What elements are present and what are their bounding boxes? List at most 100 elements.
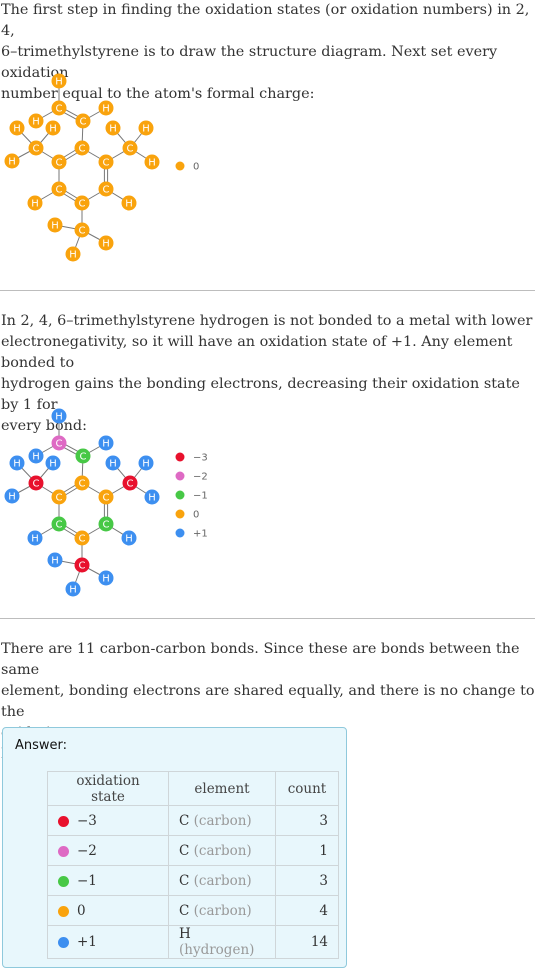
element-cell: C (carbon) <box>168 895 276 926</box>
element-name: (carbon) <box>193 872 252 889</box>
legend-dot-icon <box>175 509 185 519</box>
color-dot-icon <box>58 875 69 887</box>
atom-symbol: C <box>33 479 40 490</box>
carbon-atom: C <box>98 489 114 505</box>
header-count: count <box>275 771 339 806</box>
carbon-atom: C <box>74 222 90 238</box>
element-symbol: C <box>179 842 190 859</box>
text-line: There are 11 carbon-carbon bonds. Since … <box>1 641 520 678</box>
atom-symbol: H <box>102 239 110 250</box>
count-cell: 3 <box>275 865 339 896</box>
text-line: In 2, 4, 6–trimethylstyrene hydrogen is … <box>1 313 533 329</box>
atom-symbol: H <box>31 199 39 210</box>
carbon-atom: C <box>75 448 91 464</box>
hydrogen-atom: H <box>121 530 137 546</box>
legend-label: +1 <box>193 529 208 540</box>
hydrogen-atom: H <box>4 488 20 504</box>
carbon-atom: C <box>98 181 114 197</box>
header-element: element <box>168 771 276 806</box>
atom-symbol: C <box>103 185 110 196</box>
hydrogen-atom: H <box>47 552 63 568</box>
carbon-atom: C <box>98 516 114 532</box>
atom-symbol: C <box>80 452 87 463</box>
atom-symbol: H <box>102 104 110 115</box>
legend-dot-icon <box>175 528 185 538</box>
hydrogen-atom: H <box>28 448 44 464</box>
element-cell: H (hydrogen) <box>168 925 276 959</box>
hydrogen-atom: H <box>47 217 63 233</box>
text-line: element, bonding electrons are shared eq… <box>1 683 535 720</box>
atom-symbol: H <box>109 124 117 135</box>
oxidation-state-cell: −2 <box>47 835 169 866</box>
legend-dot-icon <box>175 490 185 500</box>
hydrogen-atom: H <box>105 120 121 136</box>
element-symbol: C <box>179 872 190 889</box>
hydrogen-atom: H <box>9 455 25 471</box>
atom-symbol: H <box>31 534 39 545</box>
carbon-atom: C <box>74 140 90 156</box>
divider <box>0 618 535 619</box>
atom-symbol: C <box>56 439 63 450</box>
atom-symbol: H <box>8 157 16 168</box>
color-dot-icon <box>58 937 69 948</box>
atom-symbol: H <box>102 574 110 585</box>
carbon-atom: C <box>74 557 90 573</box>
legend-label: −2 <box>193 472 208 483</box>
atom-symbol: H <box>55 412 63 423</box>
atom-symbol: C <box>56 158 63 169</box>
table-header-row: oxidation state element count <box>47 771 339 806</box>
table-row: −1 C (carbon) 3 <box>47 865 339 896</box>
hydrogen-atom: H <box>98 100 114 116</box>
color-dot-icon <box>58 905 69 917</box>
atom-symbol: C <box>56 104 63 115</box>
count-cell: 4 <box>275 895 339 926</box>
hydrogen-atom: H <box>98 435 114 451</box>
element-cell: C (carbon) <box>168 865 276 896</box>
element-symbol: C <box>179 812 190 829</box>
atom-symbol: C <box>56 493 63 504</box>
hydrogen-atom: H <box>138 120 154 136</box>
count-cell: 3 <box>275 805 339 836</box>
hydrogen-atom: H <box>98 235 114 251</box>
atom-symbol: H <box>51 556 59 567</box>
oxidation-state-cell: −1 <box>47 865 169 896</box>
atom-symbol: H <box>148 158 156 169</box>
element-cell: C (carbon) <box>168 835 276 866</box>
element-name: (carbon) <box>193 902 252 919</box>
carbon-atom: C <box>51 154 67 170</box>
element-symbol: H <box>179 926 191 942</box>
structure-diagram-oxidation-states: HCHHCH HCHCH HCC C HC CH HCCHHH−3−2−10+1 <box>4 408 208 597</box>
element-name: (carbon) <box>193 842 252 859</box>
atom-symbol: C <box>56 520 63 531</box>
hydrogen-atom: H <box>9 120 25 136</box>
table-row: +1 H (hydrogen) 14 <box>47 925 339 959</box>
carbon-atom: C <box>28 140 44 156</box>
atom-symbol: C <box>56 185 63 196</box>
element-cell: C (carbon) <box>168 805 276 836</box>
atom-symbol: H <box>49 459 57 470</box>
atom-symbol: C <box>103 158 110 169</box>
legend-dot-icon <box>175 161 185 171</box>
intro-line: The first step in finding the oxidation … <box>1 2 530 39</box>
atom-symbol: H <box>13 124 21 135</box>
atom-symbol: H <box>51 221 59 232</box>
atom-symbol: C <box>79 199 86 210</box>
carbon-atom: C <box>122 475 138 491</box>
element-name: (carbon) <box>193 812 252 829</box>
hydrogen-atom: H <box>27 195 43 211</box>
text-line: electronegativity, so it will have an ox… <box>1 334 513 371</box>
carbon-atom: C <box>98 154 114 170</box>
carbon-atom: C <box>51 181 67 197</box>
hydrogen-atom: H <box>28 113 44 129</box>
table-row: −2 C (carbon) 1 <box>47 835 339 866</box>
element-symbol: C <box>179 902 190 919</box>
atom-symbol: H <box>142 459 150 470</box>
hydrogen-atom: H <box>45 455 61 471</box>
atom-symbol: H <box>102 439 110 450</box>
atom-symbol: C <box>80 117 87 128</box>
atom-symbol: H <box>109 459 117 470</box>
atom-symbol: C <box>79 561 86 572</box>
color-dot-icon <box>58 815 69 827</box>
answer-label: Answer: <box>15 738 68 753</box>
oxidation-state-value: +1 <box>77 934 97 950</box>
